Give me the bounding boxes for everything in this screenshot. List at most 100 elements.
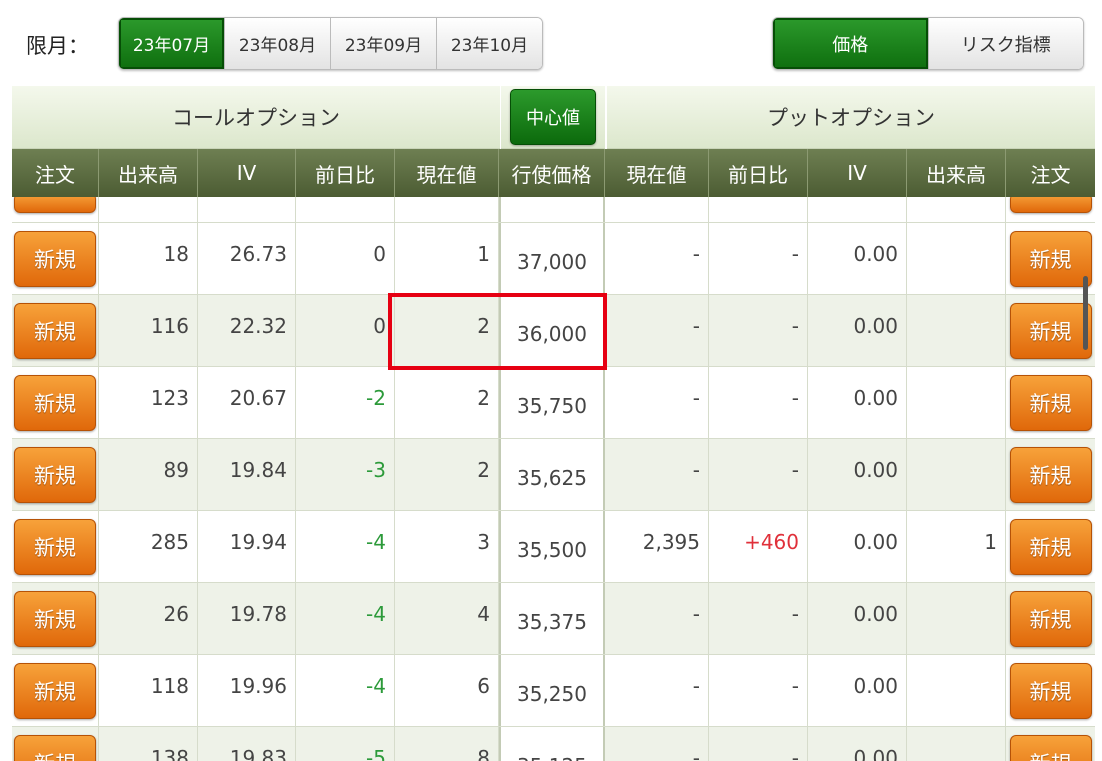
scrollbar[interactable] bbox=[1083, 276, 1088, 350]
order-button-partial[interactable] bbox=[1009, 197, 1092, 213]
put-order-button[interactable]: 新規 bbox=[1009, 230, 1092, 287]
call-iv-cell: 20.67 bbox=[198, 367, 296, 438]
put-iv-cell: 0.00 bbox=[808, 655, 907, 726]
call-iv-cell: 19.83 bbox=[198, 727, 296, 761]
put-volume-cell: 1 bbox=[907, 511, 1006, 582]
put-order-cell: 新規 bbox=[1006, 295, 1095, 366]
put-volume-cell bbox=[907, 295, 1006, 366]
call-iv-cell: 26.73 bbox=[198, 223, 296, 294]
put-order-cell: 新規 bbox=[1006, 655, 1095, 726]
put-iv-cell: 0.00 bbox=[808, 583, 907, 654]
call-order-cell: 新規 bbox=[12, 223, 99, 294]
call-price-cell: 2 bbox=[395, 367, 499, 438]
put-price-cell: - bbox=[605, 583, 709, 654]
put-change-cell: - bbox=[709, 223, 808, 294]
put-order-cell: 新規 bbox=[1006, 367, 1095, 438]
call-order-button[interactable]: 新規 bbox=[14, 590, 96, 647]
call-options-header: コールオプション bbox=[12, 86, 500, 149]
risk-indicator-button[interactable]: リスク指標 bbox=[928, 18, 1083, 69]
table-body: 新規 18 26.73 0 1 37,000- -0.00 新規 新規 116 22.32 0 2 36,… bbox=[12, 197, 1095, 761]
table-row: 新規 26 19.78 -4 4 35,375- -0.00 新規 bbox=[12, 583, 1095, 655]
call-order-cell: 新規 bbox=[12, 367, 99, 438]
put-order-button[interactable]: 新規 bbox=[1009, 518, 1092, 575]
put-price-cell: - bbox=[605, 223, 709, 294]
strike-price-cell: 35,625 bbox=[499, 439, 605, 510]
put-change-cell: +460 bbox=[709, 511, 808, 582]
call-iv-cell: 19.94 bbox=[198, 511, 296, 582]
order-button-partial[interactable] bbox=[14, 197, 96, 213]
strike-price-cell: 35,500 bbox=[499, 511, 605, 582]
call-volume-cell: 26 bbox=[99, 583, 198, 654]
put-order-button[interactable]: 新規 bbox=[1009, 302, 1092, 359]
put-change-cell: - bbox=[709, 439, 808, 510]
put-change-cell: - bbox=[709, 583, 808, 654]
month-tab-4[interactable]: 23年10月 bbox=[437, 18, 542, 69]
call-volume-cell: 116 bbox=[99, 295, 198, 366]
put-change-cell: - bbox=[709, 367, 808, 438]
call-volume-cell: 118 bbox=[99, 655, 198, 726]
put-order-button[interactable]: 新規 bbox=[1009, 590, 1092, 647]
put-change-cell: - bbox=[709, 727, 808, 761]
put-iv-cell: 0.00 bbox=[808, 511, 907, 582]
partial-put-volume bbox=[907, 197, 1006, 222]
column-header-call-change: 前日比 bbox=[296, 149, 395, 197]
column-header-row: 注文 出来高 IV 前日比 現在値 行使価格 現在値 前日比 IV 出来高 注文 bbox=[12, 149, 1095, 197]
call-order-cell: 新規 bbox=[12, 439, 99, 510]
call-volume-cell: 138 bbox=[99, 727, 198, 761]
put-order-button[interactable]: 新規 bbox=[1009, 734, 1092, 761]
column-header-put-price: 現在値 bbox=[605, 149, 709, 197]
put-order-button[interactable]: 新規 bbox=[1009, 374, 1092, 431]
table-row: 新規 116 22.32 0 2 36,000- -0.00 新規 bbox=[12, 295, 1095, 367]
column-header-put-change: 前日比 bbox=[709, 149, 808, 197]
month-selector: 23年07月 23年08月 23年09月 23年10月 bbox=[118, 17, 543, 70]
strike-price-cell: 36,000 bbox=[499, 295, 605, 366]
partial-call-volume bbox=[99, 197, 198, 222]
column-header-call-iv: IV bbox=[198, 149, 296, 197]
partial-call-price bbox=[395, 197, 499, 222]
call-price-cell: 2 bbox=[395, 295, 499, 366]
put-volume-cell bbox=[907, 223, 1006, 294]
price-view-button[interactable]: 価格 bbox=[773, 18, 929, 69]
partial-call-change bbox=[296, 197, 395, 222]
put-price-cell: - bbox=[605, 727, 709, 761]
call-volume-cell: 18 bbox=[99, 223, 198, 294]
month-tab-3[interactable]: 23年09月 bbox=[331, 18, 437, 69]
put-iv-cell: 0.00 bbox=[808, 439, 907, 510]
column-header-strike-price: 行使価格 bbox=[499, 149, 605, 197]
month-tab-2[interactable]: 23年08月 bbox=[225, 18, 331, 69]
put-iv-cell: 0.00 bbox=[808, 367, 907, 438]
call-order-button[interactable]: 新規 bbox=[14, 230, 96, 287]
call-order-button[interactable]: 新規 bbox=[14, 662, 96, 719]
put-volume-cell bbox=[907, 583, 1006, 654]
call-volume-cell: 123 bbox=[99, 367, 198, 438]
put-order-button[interactable]: 新規 bbox=[1009, 446, 1092, 503]
put-change-cell: - bbox=[709, 295, 808, 366]
call-order-button[interactable]: 新規 bbox=[14, 374, 96, 431]
call-change-cell: 0 bbox=[296, 295, 395, 366]
month-tab-1[interactable]: 23年07月 bbox=[119, 18, 225, 69]
put-change-cell: - bbox=[709, 655, 808, 726]
put-price-cell: - bbox=[605, 439, 709, 510]
put-volume-cell bbox=[907, 655, 1006, 726]
table-row: 新規 89 19.84 -3 2 35,625- -0.00 新規 bbox=[12, 439, 1095, 511]
call-order-button[interactable]: 新規 bbox=[14, 446, 96, 503]
column-header-call-order: 注文 bbox=[12, 149, 99, 197]
call-order-cell: 新規 bbox=[12, 583, 99, 654]
call-order-button[interactable]: 新規 bbox=[14, 734, 96, 761]
put-order-button[interactable]: 新規 bbox=[1009, 662, 1092, 719]
call-change-cell: -4 bbox=[296, 511, 395, 582]
table-row: 新規 285 19.94 -4 3 35,500 2,395 +460 0.00 1 新規 bbox=[12, 511, 1095, 583]
partial-put-price bbox=[605, 197, 709, 222]
call-order-button[interactable]: 新規 bbox=[14, 302, 96, 359]
put-iv-cell: 0.00 bbox=[808, 727, 907, 761]
call-price-cell: 4 bbox=[395, 583, 499, 654]
center-value-button[interactable]: 中心値 bbox=[510, 89, 596, 145]
column-header-call-price: 現在値 bbox=[395, 149, 499, 197]
column-header-put-order: 注文 bbox=[1030, 162, 1071, 187]
call-order-button[interactable]: 新規 bbox=[14, 518, 96, 575]
call-price-cell: 8 bbox=[395, 727, 499, 761]
put-volume-cell bbox=[907, 727, 1006, 761]
strike-price-cell: 35,250 bbox=[499, 655, 605, 726]
column-header-put-iv: IV bbox=[808, 149, 907, 197]
call-change-cell: -2 bbox=[296, 367, 395, 438]
